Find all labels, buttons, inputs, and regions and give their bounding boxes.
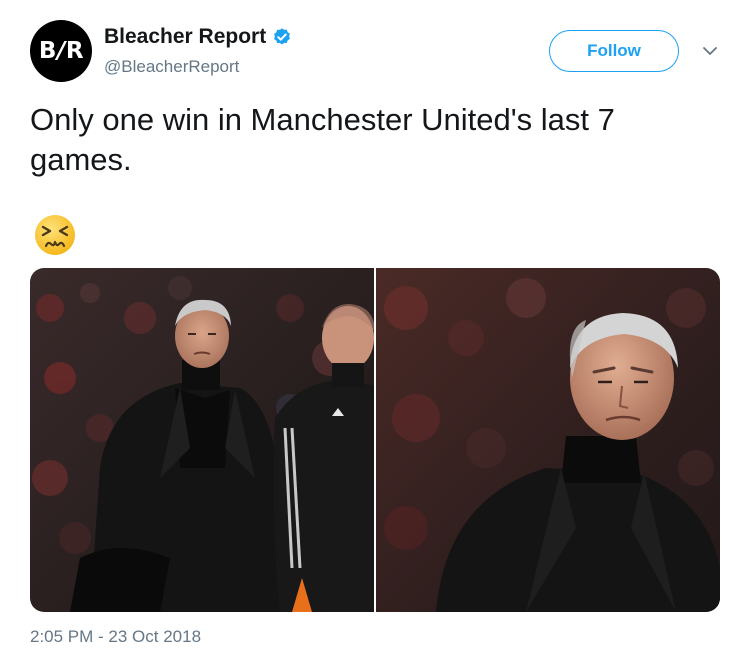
avatar[interactable]: B / R: [30, 20, 92, 82]
tweet-card: B / R Bleacher Report @BleacherReport Foll…: [0, 0, 750, 658]
author-name-row: Bleacher Report: [104, 25, 292, 49]
user-handle[interactable]: @BleacherReport: [104, 57, 239, 77]
photo-right[interactable]: [376, 268, 720, 612]
tweet-text: Only one win in Manchester United's last…: [30, 102, 615, 177]
verified-badge-icon: [274, 28, 291, 45]
avatar-letter-b: B: [38, 38, 57, 64]
tweet-media: [30, 268, 720, 612]
follow-button[interactable]: Follow: [549, 30, 679, 72]
tweet-timestamp[interactable]: 2:05 PM - 23 Oct 2018: [30, 627, 201, 647]
display-name[interactable]: Bleacher Report: [104, 25, 266, 49]
chevron-down-icon[interactable]: [700, 43, 720, 59]
photo-left[interactable]: [30, 268, 374, 612]
photo-icon: [376, 268, 720, 612]
photo-icon: [30, 268, 374, 612]
persevering-face-emoji-icon: [35, 215, 75, 255]
avatar-slash: /: [56, 38, 65, 64]
avatar-letter-r: R: [65, 38, 84, 64]
